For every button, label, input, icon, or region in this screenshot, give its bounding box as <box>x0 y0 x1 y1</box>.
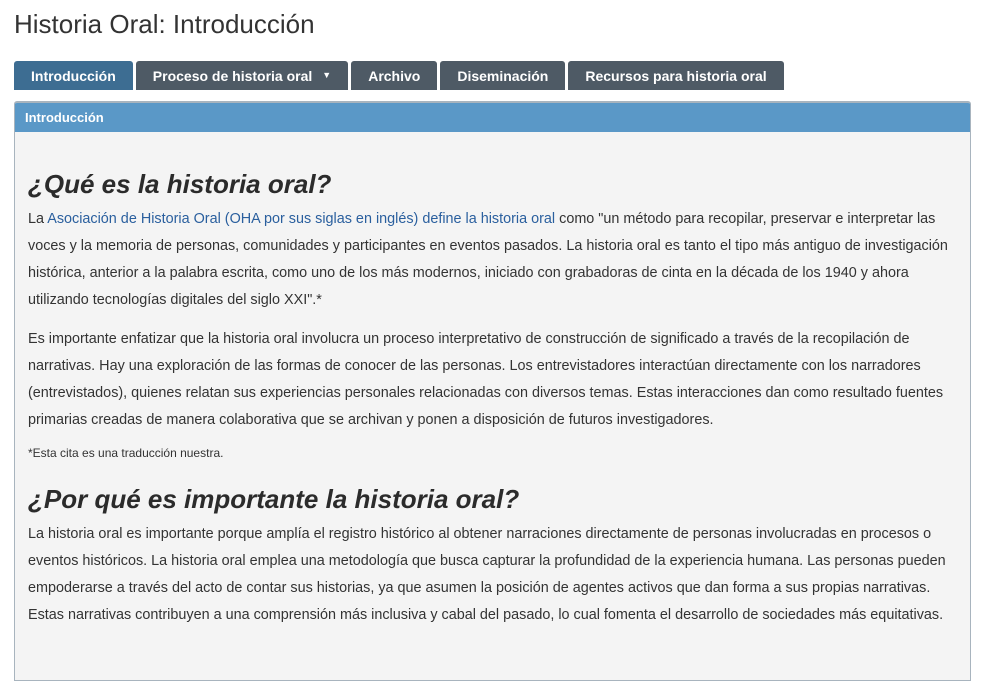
tab-archivo[interactable]: Archivo <box>351 61 438 90</box>
tab-bar: Introducción Proceso de historia oral ▼ … <box>14 61 784 90</box>
tab-diseminacion[interactable]: Diseminación <box>440 61 566 90</box>
tab-label: Recursos para historia oral <box>585 67 767 84</box>
content-panel: Introducción ¿Qué es la historia oral? L… <box>14 101 971 681</box>
tab-proceso-de-historia-oral[interactable]: Proceso de historia oral ▼ <box>135 61 349 90</box>
oha-definition-link[interactable]: Asociación de Historia Oral (OHA por sus… <box>47 211 555 227</box>
tab-label: Diseminación <box>457 67 549 84</box>
footnote: *Esta cita es una traducción nuestra. <box>28 446 224 460</box>
tab-introduccion[interactable]: Introducción <box>14 61 133 90</box>
section-heading-por-que: ¿Por qué es importante la historia oral? <box>28 484 520 514</box>
page-title: Historia Oral: Introducción <box>14 9 315 39</box>
paragraph-text: La <box>28 211 48 227</box>
tab-label: Archivo <box>368 67 421 84</box>
panel-body: ¿Qué es la historia oral? La Asociación … <box>15 168 970 629</box>
paragraph-importance: La historia oral es importante porque am… <box>28 526 946 623</box>
tab-label: Introducción <box>31 67 116 84</box>
caret-down-icon: ▼ <box>322 70 332 80</box>
paragraph-definition: La Asociación de Historia Oral (OHA por … <box>28 206 958 314</box>
tab-label: Proceso de historia oral <box>152 67 313 84</box>
tab-recursos[interactable]: Recursos para historia oral <box>568 61 784 90</box>
section-heading-que-es: ¿Qué es la historia oral? <box>28 169 332 199</box>
panel-heading: Introducción <box>15 103 970 132</box>
paragraph-interpretive-process: Es importante enfatizar que la historia … <box>28 331 944 428</box>
